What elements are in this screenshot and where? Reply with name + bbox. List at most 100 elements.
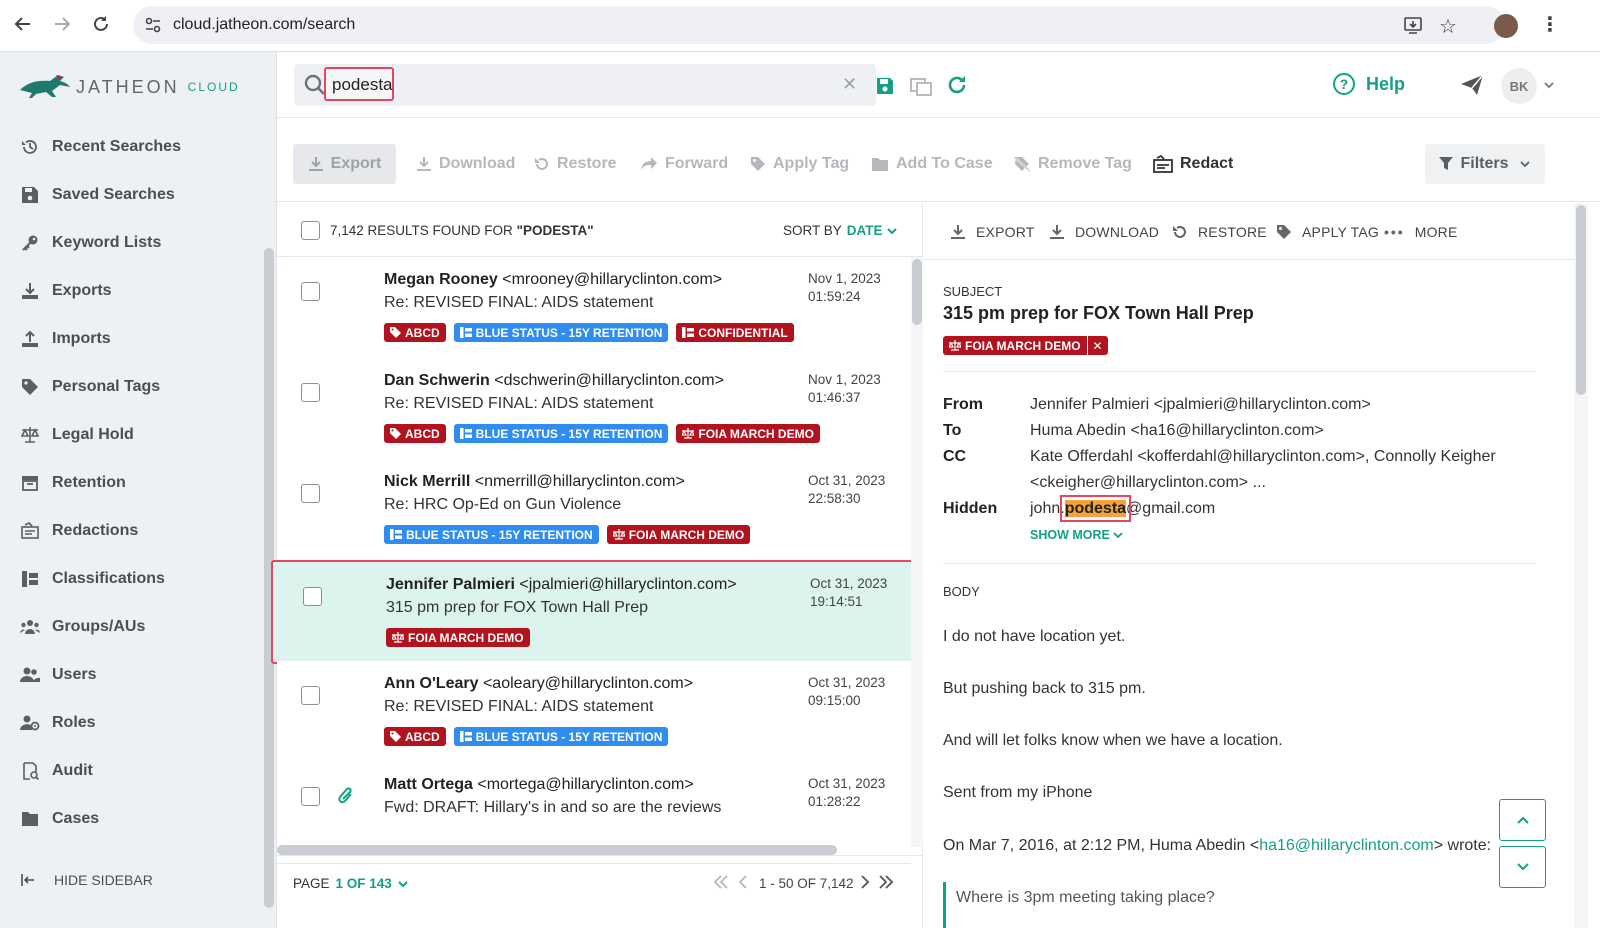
- download-button[interactable]: Download: [416, 144, 515, 184]
- redact-button[interactable]: Redact: [1153, 144, 1233, 184]
- table-row[interactable]: Nick Merrill <nmerrill@hillaryclinton.co…: [277, 459, 911, 561]
- show-more-link[interactable]: SHOW MORE: [1030, 528, 1123, 542]
- sidebar-item-retention[interactable]: Retention: [20, 468, 126, 498]
- row-checkbox[interactable]: [303, 587, 322, 606]
- search-bar[interactable]: podesta ✕: [294, 64, 876, 106]
- sidebar-item-redactions[interactable]: Redactions: [20, 516, 138, 546]
- first-page-icon[interactable]: [713, 874, 729, 895]
- export-button[interactable]: Export: [293, 144, 396, 184]
- detail-export-button[interactable]: EXPORT: [950, 222, 1035, 242]
- sidebar-item-classifications[interactable]: Classifications: [20, 564, 165, 594]
- sidebar-item-users[interactable]: Users: [20, 660, 96, 690]
- detail-scrollbar[interactable]: [1574, 203, 1588, 928]
- sidebar-item-personal-tags[interactable]: Personal Tags: [20, 372, 160, 402]
- divider: [943, 563, 1535, 564]
- detail-scrollbar-thumb[interactable]: [1576, 205, 1586, 395]
- row-checkbox[interactable]: [301, 686, 320, 705]
- forward-icon[interactable]: [50, 12, 74, 36]
- install-app-icon[interactable]: [1403, 15, 1423, 40]
- sidebar-item-legal-hold[interactable]: Legal Hold: [20, 420, 134, 450]
- add-to-case-label: Add To Case: [896, 155, 993, 172]
- table-row[interactable]: Jennifer Palmieri <jpalmieri@hillaryclin…: [271, 560, 915, 664]
- search-input[interactable]: podesta: [324, 67, 394, 101]
- hide-sidebar-button[interactable]: HIDE SIDEBAR: [20, 872, 153, 888]
- row-checkbox[interactable]: [301, 282, 320, 301]
- download-icon: [416, 156, 432, 172]
- detail-apply-tag-button[interactable]: APPLY TAG: [1276, 222, 1379, 242]
- sidebar-item-label: Classifications: [52, 570, 165, 587]
- retention-icon: [390, 529, 402, 540]
- bookmark-star-icon[interactable]: ☆: [1439, 14, 1457, 39]
- page-selector[interactable]: PAGE 1 OF 143: [293, 876, 409, 891]
- users-icon: [20, 665, 40, 685]
- jatheon-logo[interactable]: JATHEON CLOUD: [18, 72, 240, 102]
- table-row[interactable]: Dan Schwerin <dschwerin@hillaryclinton.c…: [277, 358, 911, 460]
- remove-tag-icon[interactable]: ✕: [1087, 336, 1108, 355]
- clear-search-icon[interactable]: ✕: [842, 74, 857, 95]
- refresh-icon[interactable]: [946, 74, 968, 101]
- list-scrollbar-thumb[interactable]: [912, 259, 922, 325]
- profile-avatar[interactable]: [1494, 14, 1518, 38]
- help-button[interactable]: ? Help: [1332, 72, 1405, 96]
- pagination: PAGE 1 OF 143 1 - 50 OF 7,142: [277, 855, 923, 928]
- filters-button[interactable]: Filters: [1425, 144, 1545, 184]
- sidebar-item-imports[interactable]: Imports: [20, 324, 111, 354]
- site-settings-icon[interactable]: [145, 17, 161, 38]
- row-tags: FOIA MARCH DEMO: [386, 628, 530, 647]
- sidebar-item-groups-aus[interactable]: Groups/AUs: [20, 612, 145, 642]
- horizontal-scrollbar[interactable]: [277, 845, 837, 855]
- sidebar-item-roles[interactable]: Roles: [20, 708, 96, 738]
- browser-menu-icon[interactable]: ⋮: [1540, 12, 1560, 37]
- scale-icon: [949, 340, 961, 351]
- detail-download-label: DOWNLOAD: [1075, 224, 1160, 240]
- saved-searches-icon[interactable]: [910, 76, 932, 101]
- sidebar-item-audit[interactable]: Audit: [20, 756, 93, 786]
- add-to-case-button[interactable]: Add To Case: [871, 144, 993, 184]
- scroll-down-button[interactable]: [1499, 846, 1546, 888]
- sidebar-item-keyword-lists[interactable]: Keyword Lists: [20, 228, 161, 258]
- send-icon[interactable]: [1460, 74, 1484, 101]
- chevron-down-icon: [1113, 530, 1123, 540]
- detail-more-button[interactable]: ••• MORE: [1384, 222, 1458, 242]
- email-link[interactable]: ha16@hillaryclinton.com: [1259, 837, 1434, 854]
- remove-tag-button[interactable]: Remove Tag: [1013, 144, 1132, 184]
- show-more-label: SHOW MORE: [1030, 528, 1110, 542]
- reload-icon[interactable]: [89, 12, 113, 36]
- row-sender: Jennifer Palmieri <jpalmieri@hillaryclin…: [386, 576, 737, 593]
- save-search-icon[interactable]: [875, 76, 895, 101]
- scale-icon: [392, 632, 404, 643]
- apply-tag-button[interactable]: Apply Tag: [750, 144, 849, 184]
- retention-icon: [682, 327, 695, 338]
- to-label: To: [943, 422, 962, 439]
- user-avatar[interactable]: BK: [1501, 68, 1537, 104]
- chevron-down-icon[interactable]: [1543, 78, 1555, 96]
- select-all-checkbox[interactable]: [301, 221, 320, 240]
- table-row[interactable]: Megan Rooney <mrooney@hillaryclinton.com…: [277, 257, 911, 359]
- sidebar-item-saved-searches[interactable]: Saved Searches: [20, 180, 175, 210]
- sidebar-item-exports[interactable]: Exports: [20, 276, 112, 306]
- table-row[interactable]: Ann O'Leary <aoleary@hillaryclinton.com>…: [277, 661, 911, 763]
- sidebar-item-recent-searches[interactable]: Recent Searches: [20, 132, 181, 162]
- detail-restore-button[interactable]: RESTORE: [1172, 222, 1267, 242]
- last-page-icon[interactable]: [878, 874, 894, 895]
- help-label: Help: [1366, 73, 1406, 94]
- tag-badge: BLUE STATUS - 15Y RETENTION: [453, 727, 669, 746]
- sidebar-item-cases[interactable]: Cases: [20, 804, 99, 834]
- scroll-up-button[interactable]: [1499, 799, 1546, 841]
- address-bar[interactable]: cloud.jatheon.com/search ☆: [133, 6, 1505, 44]
- download-icon: [20, 281, 40, 301]
- row-checkbox[interactable]: [301, 484, 320, 503]
- next-page-icon[interactable]: [859, 874, 871, 895]
- detail-download-button[interactable]: DOWNLOAD: [1049, 222, 1159, 242]
- back-icon[interactable]: [11, 12, 35, 36]
- url-text: cloud.jatheon.com/search: [173, 16, 356, 33]
- tag-badge: BLUE STATUS - 15Y RETENTION: [453, 424, 669, 443]
- row-checkbox[interactable]: [301, 383, 320, 402]
- restore-button[interactable]: Restore: [534, 144, 617, 184]
- page-value: 1 OF 143: [335, 876, 392, 891]
- row-checkbox[interactable]: [301, 787, 320, 806]
- prev-page-icon[interactable]: [737, 874, 749, 895]
- forward-button[interactable]: Forward: [640, 144, 728, 184]
- list-scrollbar[interactable]: [911, 257, 923, 847]
- sort-dropdown[interactable]: SORT BY DATE: [783, 223, 898, 238]
